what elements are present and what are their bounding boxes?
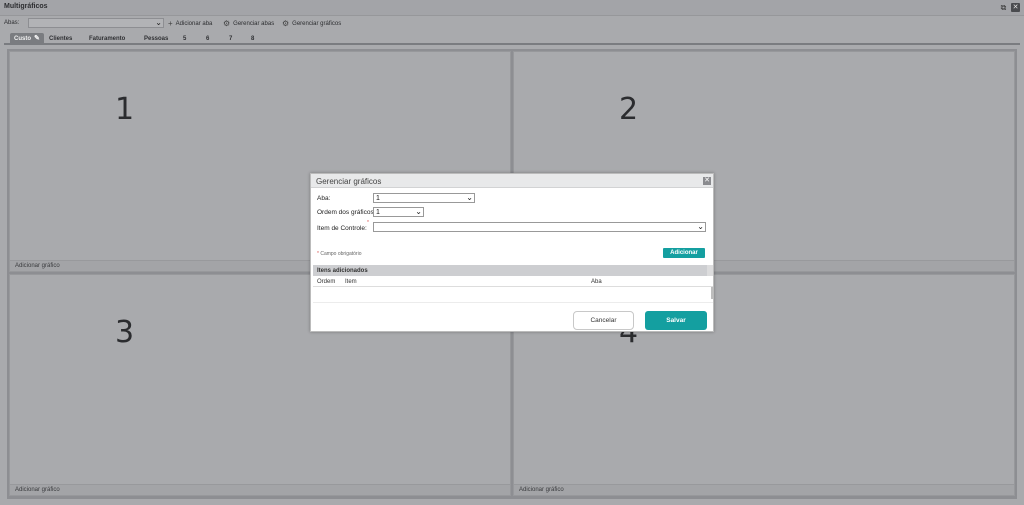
chevron-down-icon: ⌄ xyxy=(415,207,422,216)
add-chart-link[interactable]: Adicionar gráfico xyxy=(10,484,510,495)
plus-icon: + xyxy=(168,19,173,28)
dialog-title: Gerenciar gráficos xyxy=(316,177,382,186)
tab-label: 5 xyxy=(183,36,187,42)
chart-settings-icon: ⚙ xyxy=(282,19,290,28)
required-note: * Campo obrigatório xyxy=(317,251,362,257)
pencil-icon[interactable]: ✎ xyxy=(34,35,40,42)
panel-number: 2 xyxy=(619,92,639,127)
aba-select[interactable]: 1 ⌄ xyxy=(373,193,475,203)
add-tab-label: Adicionar aba xyxy=(175,20,213,27)
tab-clientes[interactable]: Clientes xyxy=(49,33,72,45)
scrollbar[interactable] xyxy=(711,287,713,299)
chevron-down-icon: ⌄ xyxy=(155,18,162,27)
abas-select[interactable]: ⌄ xyxy=(28,18,164,28)
tab-bar: Custo ✎ Clientes Faturamento Pessoas 5 6 … xyxy=(4,32,1020,45)
tab-5[interactable]: 5 xyxy=(183,33,186,45)
gear-icon: ⚙ xyxy=(223,19,231,28)
window-title: Multigráficos xyxy=(4,3,48,10)
tab-label: Clientes xyxy=(49,36,73,42)
add-chart-link[interactable]: Adicionar gráfico xyxy=(514,484,1014,495)
manage-charts-dialog: Gerenciar gráficos ✕ Aba: 1 ⌄ Ordem dos … xyxy=(310,173,714,332)
restore-icon[interactable]: ⧉ xyxy=(999,3,1008,12)
tab-8[interactable]: 8 xyxy=(251,33,254,45)
title-bar: Multigráficos ⧉ ✕ xyxy=(0,0,1024,16)
tab-pessoas[interactable]: Pessoas xyxy=(144,33,168,45)
items-table-header: Ordem Item Aba xyxy=(313,277,713,299)
ordem-select[interactable]: 1 ⌄ xyxy=(373,207,424,217)
tab-6[interactable]: 6 xyxy=(206,33,209,45)
items-header-label: Itens adicionados xyxy=(317,268,368,274)
tab-custo[interactable]: Custo ✎ xyxy=(10,33,44,45)
close-icon[interactable]: ✕ xyxy=(1011,3,1020,12)
manage-tabs-button[interactable]: ⚙ Gerenciar abas xyxy=(223,19,274,28)
panel-number: 1 xyxy=(115,92,135,127)
ordem-label: Ordem dos gráficos xyxy=(317,209,374,216)
cancel-button[interactable]: Cancelar xyxy=(573,311,634,330)
tab-label: 8 xyxy=(251,36,255,42)
col-aba: Aba xyxy=(591,279,602,285)
tab-7[interactable]: 7 xyxy=(229,33,232,45)
save-button[interactable]: Salvar xyxy=(645,311,707,330)
app-window: Multigráficos ⧉ ✕ Abas: ⌄ + Adicionar ab… xyxy=(0,0,1024,505)
tab-label: Faturamento xyxy=(89,36,126,42)
dialog-header: Gerenciar gráficos ✕ xyxy=(311,174,713,188)
tab-label: 7 xyxy=(229,36,233,42)
manage-tabs-label: Gerenciar abas xyxy=(233,20,275,27)
abas-label: Abas: xyxy=(4,20,20,26)
tab-faturamento[interactable]: Faturamento xyxy=(89,33,125,45)
tab-label: Custo xyxy=(14,36,31,42)
manage-charts-label: Gerenciar gráficos xyxy=(292,20,342,27)
manage-charts-button[interactable]: ⚙ Gerenciar gráficos xyxy=(282,19,341,28)
required-marker: * xyxy=(367,220,369,226)
items-header: Itens adicionados xyxy=(313,265,713,276)
chevron-down-icon: ⌄ xyxy=(697,222,704,231)
chevron-down-icon: ⌄ xyxy=(466,193,473,202)
aba-value: 1 xyxy=(376,195,380,202)
add-tab-button[interactable]: + Adicionar aba xyxy=(168,19,212,28)
item-label: Item de Controle: xyxy=(317,225,367,232)
ordem-value: 1 xyxy=(376,209,380,216)
col-item: Item xyxy=(345,279,357,285)
panel-number: 3 xyxy=(115,315,135,350)
item-select[interactable]: ⌄ xyxy=(373,222,706,232)
scrollbar[interactable] xyxy=(707,265,713,276)
tab-label: Pessoas xyxy=(144,36,169,42)
add-button[interactable]: Adicionar xyxy=(663,248,705,258)
tab-label: 6 xyxy=(206,36,210,42)
toolbar: Abas: ⌄ + Adicionar aba ⚙ Gerenciar abas… xyxy=(0,16,1024,31)
aba-label: Aba: xyxy=(317,195,331,202)
dialog-footer: Cancelar Salvar xyxy=(313,302,713,332)
col-ordem: Ordem xyxy=(317,279,336,285)
close-icon[interactable]: ✕ xyxy=(703,177,711,185)
